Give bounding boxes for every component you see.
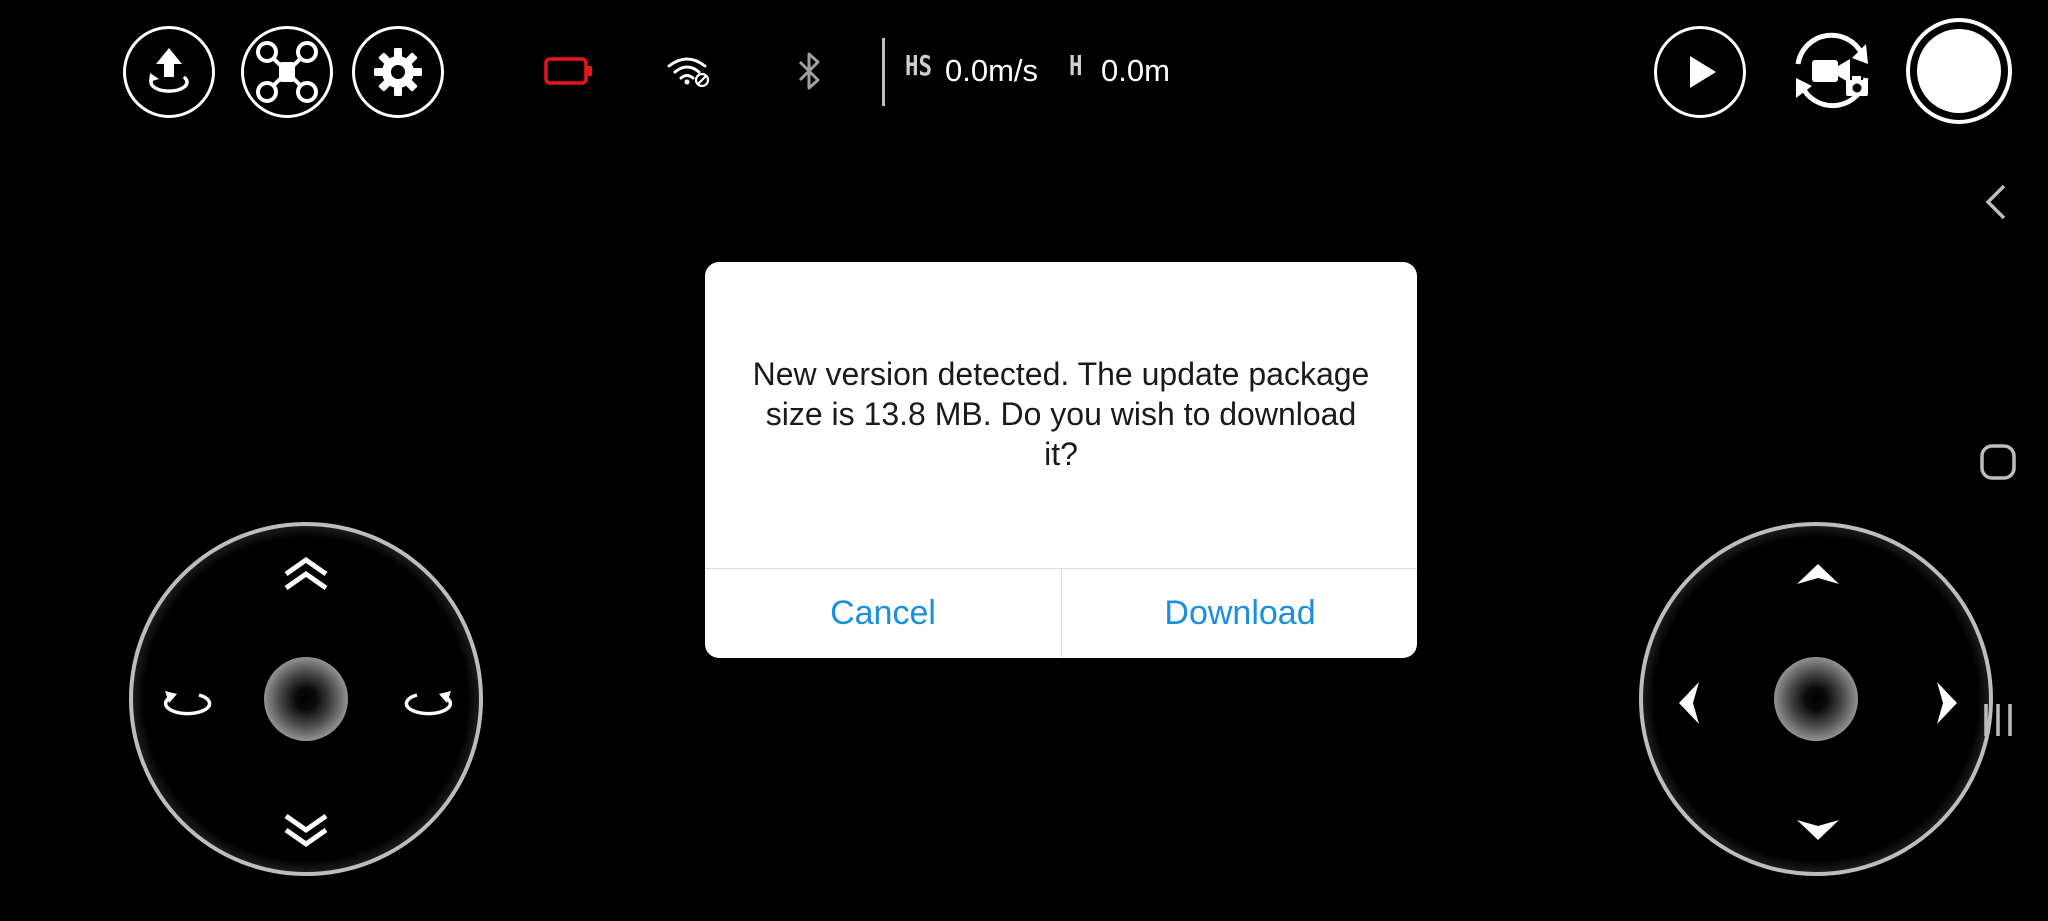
home-icon[interactable] xyxy=(1976,440,2020,484)
battery-icon xyxy=(544,55,594,87)
ascend-icon xyxy=(280,554,332,594)
h-label: H xyxy=(1069,49,1083,82)
dialog-message: New version detected. The update package… xyxy=(752,356,1370,472)
recents-icon[interactable] xyxy=(1976,698,2020,742)
descend-icon xyxy=(280,810,332,850)
playback-button[interactable] xyxy=(1654,26,1746,118)
settings-button[interactable] xyxy=(352,26,444,118)
rotate-right-icon xyxy=(403,685,459,721)
cancel-button[interactable]: Cancel xyxy=(705,569,1061,658)
left-stick-knob[interactable] xyxy=(264,657,348,741)
drone-icon xyxy=(251,36,323,108)
gear-icon xyxy=(372,46,424,98)
bluetooth-icon xyxy=(796,50,824,92)
shutter-icon xyxy=(1917,29,2001,113)
drone-status-button[interactable] xyxy=(241,26,333,118)
left-icon xyxy=(1677,680,1703,726)
backward-icon xyxy=(1795,816,1841,842)
video-photo-switch-icon xyxy=(1782,20,1882,125)
takeoff-button[interactable] xyxy=(123,26,215,118)
mode-switch-button[interactable] xyxy=(1782,22,1882,122)
right-icon xyxy=(1933,680,1959,726)
status-divider xyxy=(882,38,885,106)
update-dialog: New version detected. The update package… xyxy=(705,262,1417,658)
rotate-left-icon xyxy=(157,685,213,721)
flight-screen: HS 0.0m/s H 0.0m New version detected. T… xyxy=(0,0,2048,921)
download-button[interactable]: Download xyxy=(1062,569,1417,658)
takeoff-icon xyxy=(139,42,199,102)
play-icon xyxy=(1678,50,1722,94)
shutter-button[interactable] xyxy=(1906,18,2012,124)
forward-icon xyxy=(1795,562,1841,588)
hs-label: HS xyxy=(905,49,932,82)
left-joystick[interactable] xyxy=(129,522,483,876)
back-icon[interactable] xyxy=(1978,180,2014,224)
wifi-icon xyxy=(666,55,712,87)
right-stick-knob[interactable] xyxy=(1774,657,1858,741)
h-value: 0.0m xyxy=(1101,53,1170,88)
hs-value: 0.0m/s xyxy=(945,53,1039,88)
right-joystick[interactable] xyxy=(1639,522,1993,876)
